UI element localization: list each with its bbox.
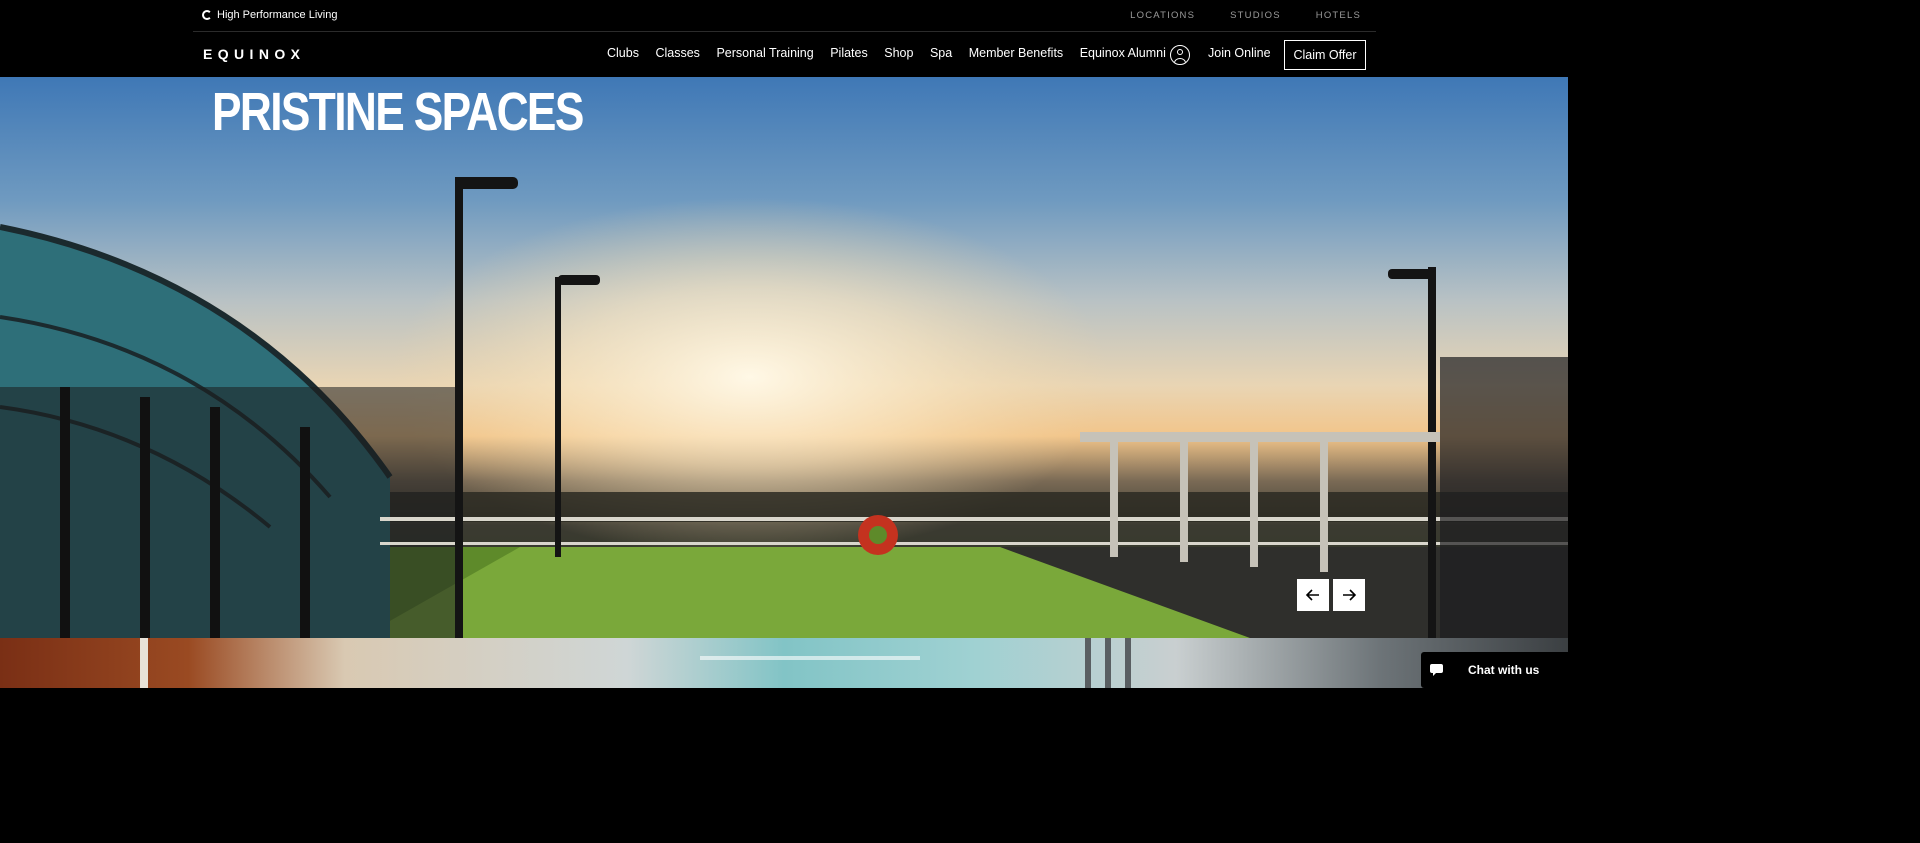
user-circle-icon[interactable] xyxy=(1170,45,1190,65)
arrow-left-icon xyxy=(1305,589,1319,601)
site-header: High Performance Living LOCATIONS STUDIO… xyxy=(0,0,1568,77)
user-head-shape xyxy=(1177,49,1183,55)
nav-item-clubs[interactable]: Clubs xyxy=(607,46,639,60)
hotels-link[interactable]: HOTELS xyxy=(1316,10,1361,21)
user-body-shape xyxy=(1174,58,1186,64)
chat-label: Chat with us xyxy=(1468,663,1540,677)
nav-item-member-benefits[interactable]: Member Benefits xyxy=(969,46,1063,60)
studios-link[interactable]: STUDIOS xyxy=(1230,10,1281,21)
hero-title: PRISTINE SPACES xyxy=(212,82,584,142)
pool-image xyxy=(140,638,1131,688)
utility-links: LOCATIONS STUDIOS HOTELS xyxy=(1130,10,1361,21)
top-utility-bar: High Performance Living LOCATIONS STUDIO… xyxy=(193,0,1376,32)
next-section-image xyxy=(0,638,1568,688)
hero-image xyxy=(0,177,1568,638)
equinox-logo[interactable]: EQUINOX xyxy=(203,46,305,62)
nav-links: Clubs Classes Personal Training Pilates … xyxy=(607,46,1166,60)
chat-bubble-icon xyxy=(1430,664,1443,676)
nav-item-personal-training[interactable]: Personal Training xyxy=(716,46,813,60)
nav-item-spa[interactable]: Spa xyxy=(930,46,952,60)
nav-item-equinox-alumni[interactable]: Equinox Alumni xyxy=(1080,46,1166,60)
locations-link[interactable]: LOCATIONS xyxy=(1130,10,1195,21)
high-performance-living-link[interactable]: High Performance Living xyxy=(202,9,337,21)
ring-icon xyxy=(202,10,212,20)
tagline-text: High Performance Living xyxy=(217,9,338,21)
claim-offer-button[interactable]: Claim Offer xyxy=(1284,40,1366,70)
chat-with-us-button[interactable]: Chat with us xyxy=(1421,652,1585,688)
join-online-link[interactable]: Join Online xyxy=(1208,46,1271,60)
carousel-next-button[interactable] xyxy=(1333,579,1365,611)
nav-item-pilates[interactable]: Pilates xyxy=(830,46,868,60)
arrow-right-icon xyxy=(1343,589,1357,601)
nav-item-classes[interactable]: Classes xyxy=(655,46,699,60)
nav-item-shop[interactable]: Shop xyxy=(884,46,913,60)
main-navigation: EQUINOX Clubs Classes Personal Training … xyxy=(193,32,1376,77)
carousel-prev-button[interactable] xyxy=(1297,579,1329,611)
hero-carousel: PRISTINE SPACES xyxy=(0,77,1568,638)
